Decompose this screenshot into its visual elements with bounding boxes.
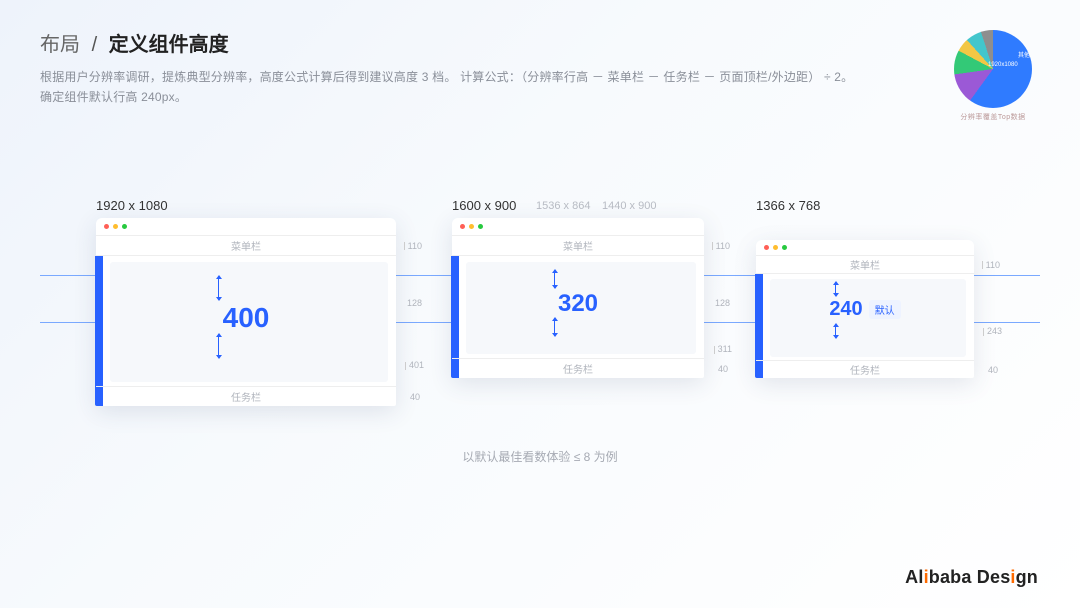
traffic-light-max-icon <box>782 245 787 250</box>
traffic-light-max-icon <box>122 224 127 229</box>
content-area: 128 400 401 <box>96 256 396 386</box>
margin-height: 128 <box>715 298 730 308</box>
component-height-value: 320 <box>452 290 704 318</box>
browser-mock-1920: 菜单栏 110 128 400 401 任务栏 40 <box>96 218 396 406</box>
footer-note: 以默认最佳看数体验 ≤ 8 为例 <box>0 448 1080 465</box>
menubar-row: 菜单栏 110 <box>756 256 974 274</box>
taskbar-label: 任务栏 <box>850 362 880 377</box>
half-height: 243 <box>983 326 1002 336</box>
content-area: 240默认 243 <box>756 274 974 360</box>
traffic-light-close-icon <box>104 224 109 229</box>
arrow-down-icon <box>554 318 555 336</box>
traffic-light-min-icon <box>773 245 778 250</box>
half-height: 401 <box>405 360 424 370</box>
page-subtitle: 根据用户分辨率调研，提炼典型分辨率，高度公式计算后得到建议高度 3 档。 计算公… <box>40 67 1040 108</box>
window-titlebar <box>756 240 974 256</box>
menubar-label: 菜单栏 <box>231 238 261 253</box>
menubar-row: 菜单栏 110 <box>96 236 396 256</box>
resolution-label-3: 1366 x 768 <box>756 198 820 213</box>
title-separator: / <box>92 34 98 56</box>
taskbar-row: 任务栏 40 <box>756 360 974 378</box>
browser-mock-1366: 菜单栏 110 240默认 243 任务栏 40 <box>756 240 974 378</box>
taskbar-row: 任务栏 40 <box>452 358 704 378</box>
pie-caption: 分辨率覆盖Top数据 <box>948 112 1038 122</box>
resolution-label-2b: 1440 x 900 <box>602 200 656 212</box>
traffic-light-close-icon <box>764 245 769 250</box>
title-prefix: 布局 <box>40 34 80 56</box>
taskbar-height: 40 <box>718 364 728 374</box>
page-header: 布局 / 定义组件高度 根据用户分辨率调研，提炼典型分辨率，高度公式计算后得到建… <box>40 28 1040 108</box>
component-height-value: 400 <box>96 302 396 334</box>
pie-graphic: 1920x1080 其他 <box>954 30 1032 108</box>
half-height: 311 <box>714 344 732 354</box>
traffic-light-min-icon <box>469 224 474 229</box>
menubar-height: 110 <box>982 260 1000 270</box>
arrow-up-icon <box>554 270 555 288</box>
traffic-light-max-icon <box>478 224 483 229</box>
subtitle-line-2: 确定组件默认行高 240px。 <box>40 87 1040 107</box>
taskbar-height: 40 <box>988 365 998 375</box>
default-badge: 默认 <box>869 300 901 319</box>
traffic-light-close-icon <box>460 224 465 229</box>
menubar-label: 菜单栏 <box>563 238 593 253</box>
window-titlebar <box>452 218 704 236</box>
taskbar-height: 40 <box>410 392 420 402</box>
component-height-value: 240 默认 <box>756 298 974 321</box>
menubar-height: 110 <box>404 241 422 251</box>
title-main: 定义组件高度 <box>109 34 229 56</box>
arrow-up-icon <box>835 282 836 296</box>
brand-part: gn <box>1016 567 1038 587</box>
arrow-down-icon <box>835 324 836 338</box>
menubar-height: 110 <box>712 241 730 251</box>
margin-height: 128 <box>407 298 422 308</box>
brand-part: baba Des <box>929 567 1011 587</box>
arrow-up-icon <box>218 276 219 300</box>
resolution-label-2a: 1536 x 864 <box>536 200 590 212</box>
resolution-label-2: 1600 x 900 <box>452 198 516 213</box>
taskbar-label: 任务栏 <box>231 389 261 404</box>
window-titlebar <box>96 218 396 236</box>
arrow-down-icon <box>218 334 219 358</box>
taskbar-label: 任务栏 <box>563 361 593 376</box>
browser-mock-1600: 菜单栏 110 128 320 311 任务栏 40 <box>452 218 704 378</box>
pie-star-label: 其他 <box>1018 50 1030 59</box>
brand-logo: Alibaba Design <box>905 567 1038 588</box>
page-title: 布局 / 定义组件高度 <box>40 28 1040 57</box>
taskbar-row: 任务栏 40 <box>96 386 396 406</box>
content-area: 128 320 311 <box>452 256 704 358</box>
menubar-label: 菜单栏 <box>850 257 880 272</box>
pie-main-label: 1920x1080 <box>988 62 1018 68</box>
brand-part: Al <box>905 567 923 587</box>
subtitle-line-1: 根据用户分辨率调研，提炼典型分辨率，高度公式计算后得到建议高度 3 档。 计算公… <box>40 67 1040 87</box>
value-text: 240 <box>829 298 862 320</box>
resolution-label-1: 1920 x 1080 <box>96 198 168 213</box>
resolution-pie-chart: 1920x1080 其他 分辨率覆盖Top数据 <box>948 30 1038 122</box>
menubar-row: 菜单栏 110 <box>452 236 704 256</box>
traffic-light-min-icon <box>113 224 118 229</box>
